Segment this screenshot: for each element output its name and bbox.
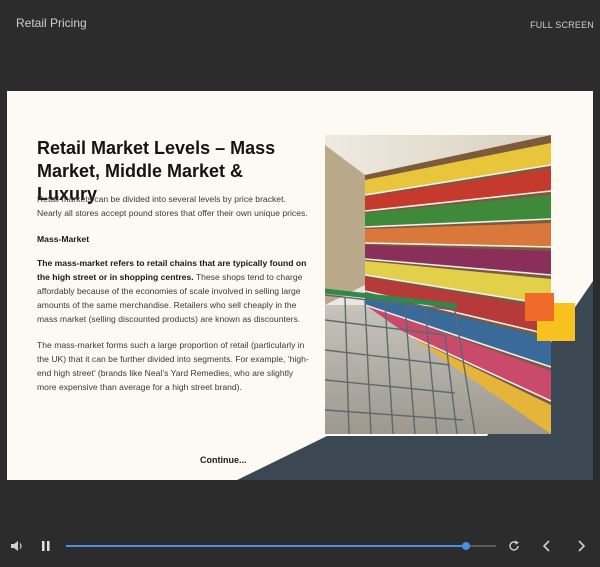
chevron-left-icon[interactable] <box>541 539 553 558</box>
intro-paragraph: Retail markets can be divided into sever… <box>37 194 308 218</box>
volume-icon[interactable] <box>10 539 24 558</box>
accent-square-orange <box>525 293 554 321</box>
progress-fill <box>66 545 466 547</box>
chevron-right-icon[interactable] <box>575 539 587 558</box>
pause-icon[interactable] <box>40 539 52 558</box>
slide: Retail Market Levels – Mass Market, Midd… <box>7 91 593 480</box>
supermarket-aisle-photo <box>325 135 551 434</box>
fullscreen-button[interactable]: FULL SCREEN <box>530 20 594 30</box>
slide-body: Retail markets can be divided into sever… <box>37 192 309 406</box>
section-heading: Mass-Market <box>37 234 90 244</box>
replay-icon[interactable] <box>507 539 521 558</box>
header-title: Retail Pricing <box>16 16 87 30</box>
mass-market-paragraph: The mass-market refers to retail chains … <box>37 256 309 326</box>
progress-thumb[interactable] <box>461 542 470 550</box>
segments-paragraph: The mass-market forms such a large propo… <box>37 340 309 392</box>
progress-bar[interactable] <box>66 542 496 550</box>
player-controls <box>0 530 600 562</box>
continue-link[interactable]: Continue... <box>200 455 247 465</box>
